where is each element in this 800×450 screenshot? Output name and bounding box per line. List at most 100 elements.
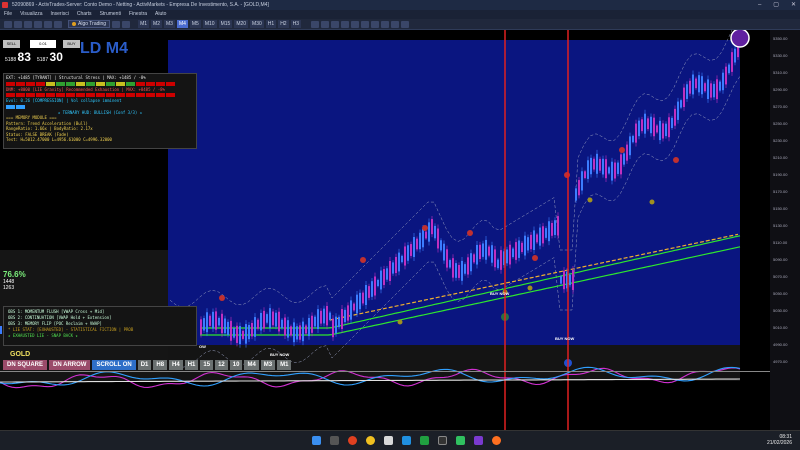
menu-help[interactable]: Aiuto bbox=[155, 10, 166, 19]
bar-button-h4[interactable]: H4 bbox=[169, 360, 183, 370]
buy-button[interactable]: BUY bbox=[63, 40, 80, 48]
bar-button-15[interactable]: 15 bbox=[200, 360, 214, 370]
candle bbox=[266, 314, 268, 323]
maximize-icon[interactable]: ▢ bbox=[773, 0, 779, 10]
timeframe-m5[interactable]: M5 bbox=[189, 20, 201, 28]
timeframe-m3[interactable]: M3 bbox=[163, 20, 175, 28]
timeframe-m15[interactable]: M15 bbox=[218, 20, 233, 28]
candle bbox=[410, 244, 412, 256]
timeframe-m10[interactable]: M10 bbox=[202, 20, 217, 28]
zoom-in-icon[interactable] bbox=[341, 20, 349, 28]
autoscroll-icon[interactable] bbox=[371, 20, 379, 28]
windows-start-icon[interactable] bbox=[312, 436, 321, 445]
timeframe-h1[interactable]: H1 bbox=[265, 20, 277, 28]
profiles-icon[interactable] bbox=[14, 20, 22, 28]
candle bbox=[545, 228, 547, 238]
price-scale-label: 5310.00 bbox=[773, 70, 788, 75]
candle bbox=[524, 235, 526, 256]
volume-input[interactable]: 0.01 bbox=[30, 40, 56, 48]
candle bbox=[482, 243, 484, 257]
templates-icon[interactable] bbox=[401, 20, 409, 28]
objects-icon[interactable] bbox=[391, 20, 399, 28]
taskview-icon[interactable] bbox=[330, 436, 339, 445]
brave-icon[interactable] bbox=[348, 436, 357, 445]
line-chart-icon[interactable] bbox=[331, 20, 339, 28]
timeframe-h2[interactable]: H2 bbox=[278, 20, 289, 28]
menu-charts[interactable]: Charts bbox=[77, 10, 92, 19]
candle bbox=[395, 256, 397, 274]
candle bbox=[311, 315, 313, 333]
candle bbox=[230, 320, 232, 341]
bar-button-scroll-on[interactable]: SCROLL ON bbox=[92, 360, 136, 370]
metatrader-icon[interactable] bbox=[456, 436, 465, 445]
terminal-icon[interactable] bbox=[44, 20, 52, 28]
store-icon[interactable] bbox=[402, 436, 411, 445]
firefox-icon[interactable] bbox=[492, 436, 501, 445]
price-scale-label: 5110.00 bbox=[773, 240, 788, 245]
menu-tools[interactable]: Strumenti bbox=[100, 10, 121, 19]
bar-button-10[interactable]: 10 bbox=[229, 360, 243, 370]
price-scale-label: 5270.00 bbox=[773, 104, 788, 109]
candle bbox=[308, 317, 310, 337]
bar-button-d1[interactable]: D1 bbox=[137, 360, 152, 370]
timeframe-h3[interactable]: H3 bbox=[290, 20, 301, 28]
market-watch-icon[interactable] bbox=[24, 20, 32, 28]
close-icon[interactable]: ✕ bbox=[791, 0, 796, 10]
candle bbox=[620, 154, 622, 175]
timeframe-m4[interactable]: M4 bbox=[176, 20, 188, 28]
timeframe-m30[interactable]: M30 bbox=[250, 20, 264, 28]
menu-file[interactable]: File bbox=[4, 10, 12, 19]
timeframe-m2[interactable]: M2 bbox=[151, 20, 162, 28]
bar-button-m4[interactable]: M4 bbox=[244, 360, 259, 370]
candle bbox=[317, 309, 319, 330]
title-bar: 52090869 - ActivTrades-Server: Conto Dem… bbox=[0, 0, 800, 10]
swing-low-marker bbox=[397, 319, 403, 325]
bar-button-h8[interactable]: H8 bbox=[153, 360, 168, 370]
candle bbox=[287, 320, 289, 338]
tester-icon[interactable] bbox=[54, 20, 62, 28]
bar-chart-icon[interactable] bbox=[311, 20, 319, 28]
timeframe-m20[interactable]: M20 bbox=[234, 20, 249, 28]
timeframe-m1[interactable]: M1 bbox=[138, 20, 150, 28]
swing-low-marker bbox=[649, 199, 655, 205]
candle bbox=[239, 326, 241, 345]
menu-window[interactable]: Finestra bbox=[129, 10, 147, 19]
explorer-icon[interactable] bbox=[384, 436, 393, 445]
depth-icon[interactable] bbox=[122, 20, 131, 28]
app-icon[interactable] bbox=[474, 436, 483, 445]
candle bbox=[485, 239, 487, 260]
candle bbox=[233, 328, 235, 338]
bar-button-m3[interactable]: M3 bbox=[260, 360, 276, 370]
candle bbox=[383, 269, 385, 285]
candle bbox=[434, 225, 436, 239]
minimize-icon[interactable]: – bbox=[758, 0, 761, 10]
bar-button-dn-arrow[interactable]: DN ARROW bbox=[49, 360, 91, 370]
candle-chart-icon[interactable] bbox=[321, 20, 329, 28]
sell-button[interactable]: SELL bbox=[3, 40, 20, 48]
grid-icon[interactable] bbox=[361, 20, 369, 28]
bar-button-h1[interactable]: H1 bbox=[184, 360, 199, 370]
candle bbox=[377, 279, 379, 287]
system-clock[interactable]: 08:31 21/02/2026 bbox=[767, 434, 792, 446]
new-chart-icon[interactable] bbox=[4, 20, 12, 28]
menu-insert[interactable]: Inserisci bbox=[50, 10, 68, 19]
terminal-app-icon[interactable] bbox=[438, 436, 447, 445]
price-scale[interactable]: 5350.00 5330.00 5310.00 5290.00 5270.00 5250.… bbox=[770, 30, 800, 430]
hud-line-ext: EXT: +1485 [TYRANT] | Structural Stress … bbox=[6, 75, 146, 80]
navigator-icon[interactable] bbox=[34, 20, 42, 28]
bar-button-m1[interactable]: M1 bbox=[277, 360, 292, 370]
indicator-separator[interactable] bbox=[0, 371, 770, 372]
candle bbox=[206, 312, 208, 333]
candle bbox=[302, 321, 304, 342]
zoom-out-icon[interactable] bbox=[351, 20, 359, 28]
indicators-icon[interactable] bbox=[381, 20, 389, 28]
trading-app-icon[interactable] bbox=[420, 436, 429, 445]
menu-view[interactable]: Visualizza bbox=[20, 10, 42, 19]
new-order-icon[interactable] bbox=[112, 20, 121, 28]
candle bbox=[500, 250, 502, 270]
chrome-icon[interactable] bbox=[366, 436, 375, 445]
bar-button-dn-square[interactable]: DN SQUARE bbox=[3, 360, 48, 370]
algo-trading-button[interactable]: Algo Trading bbox=[68, 20, 111, 28]
candle bbox=[734, 48, 736, 63]
bar-button-12[interactable]: 12 bbox=[215, 360, 228, 370]
